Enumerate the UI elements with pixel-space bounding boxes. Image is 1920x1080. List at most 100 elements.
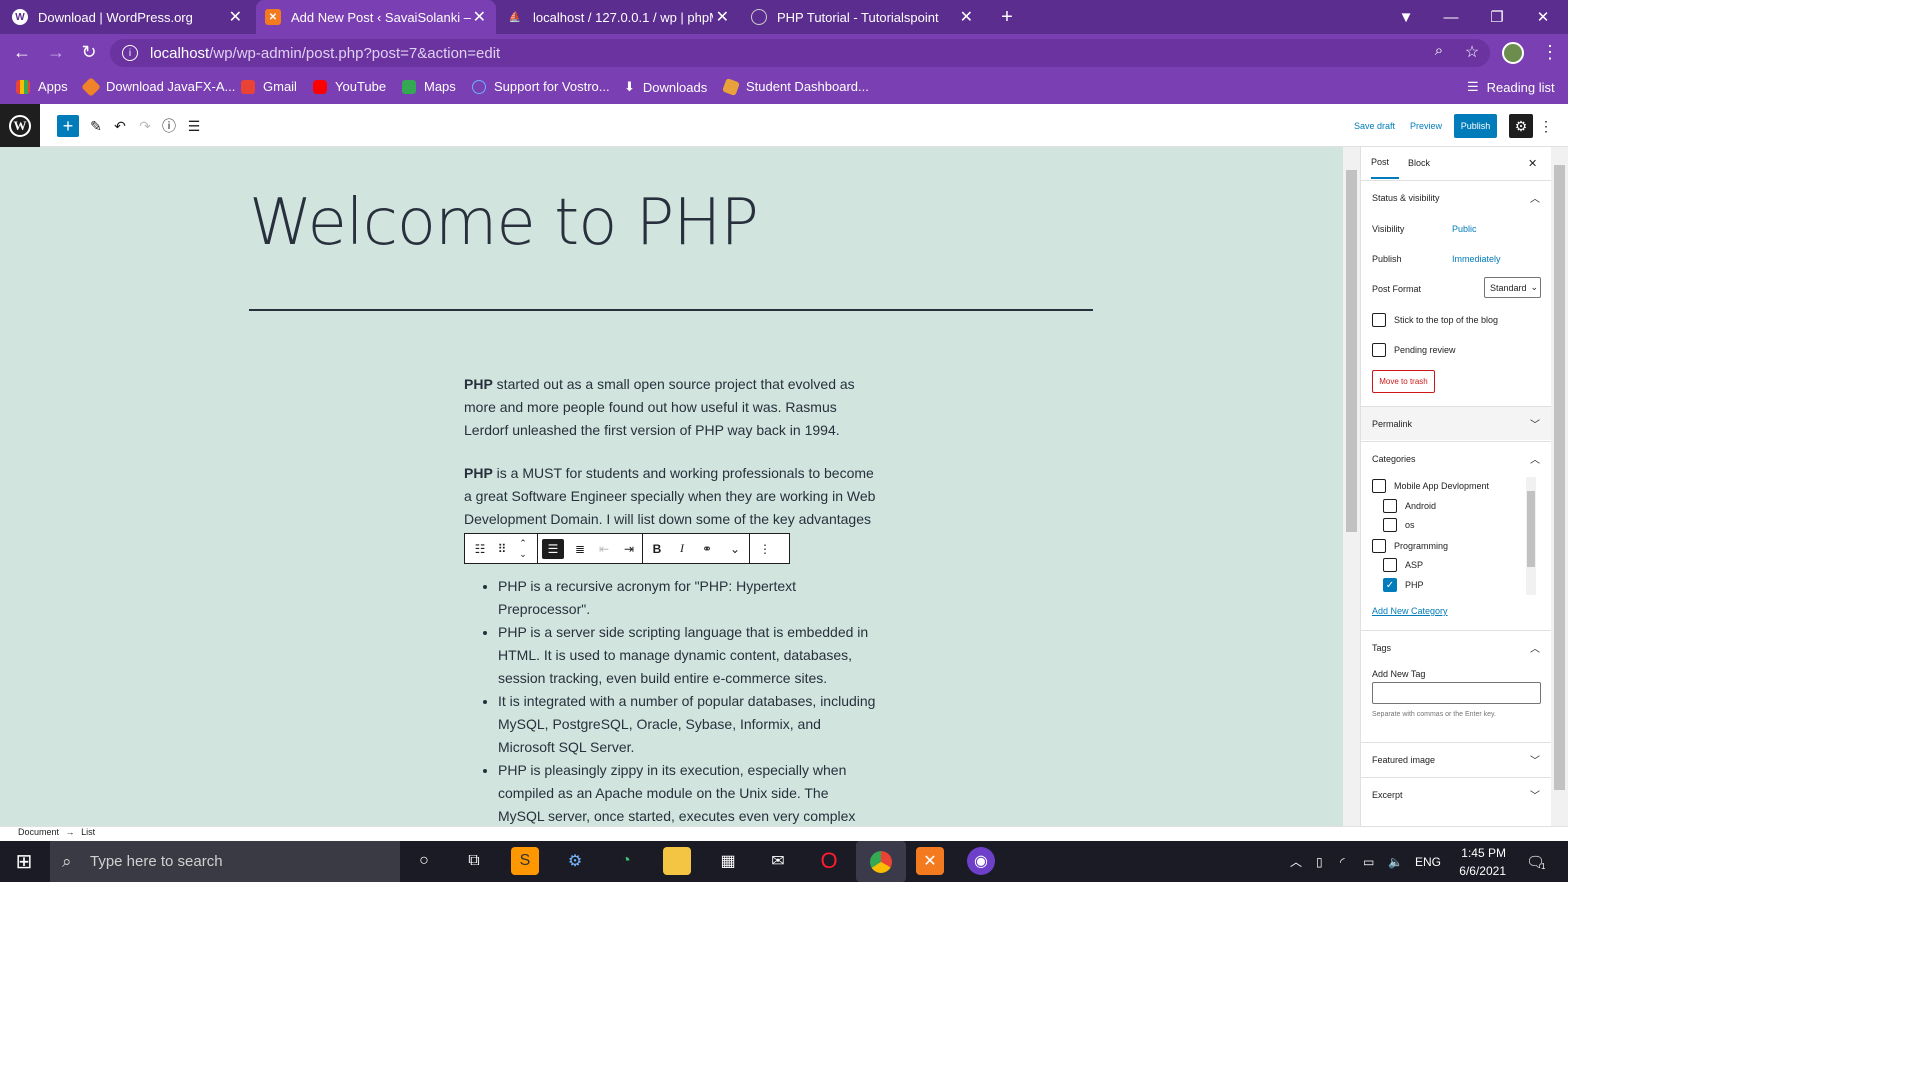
visibility-toggle[interactable]: Public bbox=[1452, 224, 1477, 234]
publish-button[interactable]: Publish bbox=[1454, 114, 1497, 138]
post-title[interactable]: Welcome to PHP bbox=[249, 186, 759, 260]
settings-gear-icon[interactable]: ⚙ bbox=[1509, 114, 1533, 138]
category-checkbox[interactable] bbox=[1383, 518, 1397, 532]
new-tab-button[interactable]: + bbox=[984, 0, 1030, 34]
github-desktop-icon[interactable]: ◉ bbox=[967, 847, 995, 875]
bookmark-youtube[interactable]: YouTube bbox=[313, 79, 386, 94]
forward-arrow-icon[interactable]: → bbox=[44, 42, 68, 63]
details-info-icon[interactable]: ⓘ bbox=[159, 116, 179, 136]
profile-avatar[interactable] bbox=[1502, 42, 1524, 64]
windows-start-icon[interactable]: ⊞ bbox=[10, 847, 38, 875]
edge-icon[interactable]: ◔ bbox=[612, 847, 640, 875]
panel-tags[interactable]: Tags ︿ bbox=[1361, 630, 1551, 664]
settings-app-icon[interactable]: ⚙ bbox=[561, 847, 589, 875]
bookmark-apps[interactable]: Apps bbox=[16, 79, 68, 94]
sublime-text-icon[interactable]: S bbox=[511, 847, 539, 875]
pending-review-checkbox[interactable] bbox=[1372, 343, 1386, 357]
category-checkbox[interactable] bbox=[1383, 499, 1397, 513]
tray-overflow-icon[interactable]: ︿ bbox=[1290, 841, 1302, 882]
close-icon[interactable]: ✕ bbox=[716, 7, 729, 27]
menu-kebab-icon[interactable]: ⋮ bbox=[1538, 42, 1562, 63]
post-format-select[interactable]: Standard ⌄ bbox=[1484, 277, 1541, 298]
language-indicator[interactable]: ENG bbox=[1415, 841, 1441, 882]
paragraph-block[interactable]: PHP is a MUST for students and working p… bbox=[464, 462, 882, 531]
save-draft-button[interactable]: Save draft bbox=[1354, 104, 1395, 147]
clock[interactable]: 1:45 PM 6/6/2021 bbox=[1450, 841, 1506, 882]
minimize-button[interactable]: — bbox=[1428, 0, 1474, 34]
microsoft-store-icon[interactable]: ▦ bbox=[714, 847, 742, 875]
bold-icon[interactable]: B bbox=[643, 534, 671, 563]
panel-excerpt[interactable]: Excerpt ﹀ bbox=[1361, 777, 1551, 811]
close-sidebar-icon[interactable]: ✕ bbox=[1528, 147, 1537, 179]
close-icon[interactable]: ✕ bbox=[960, 7, 973, 27]
zoom-icon[interactable]: ⌕ bbox=[1427, 42, 1451, 59]
redo-icon[interactable]: ↷ bbox=[135, 116, 155, 136]
list-item[interactable]: It is integrated with a number of popula… bbox=[498, 690, 878, 759]
bookmark-gmail[interactable]: Gmail bbox=[241, 79, 297, 94]
indent-icon[interactable]: ⇥ bbox=[616, 534, 642, 563]
sticky-checkbox[interactable] bbox=[1372, 313, 1386, 327]
transform-list-icon[interactable]: ☷ bbox=[465, 534, 495, 563]
battery-icon[interactable]: ▭ bbox=[1363, 841, 1374, 882]
wordpress-logo-button[interactable]: W bbox=[0, 104, 40, 147]
wifi-icon[interactable]: ◜ bbox=[1340, 841, 1345, 882]
reading-list-button[interactable]: ☰ Reading list bbox=[1467, 79, 1555, 95]
paragraph-block[interactable]: PHP started out as a small open source p… bbox=[464, 373, 882, 442]
list-view-icon[interactable]: ☰ bbox=[184, 116, 204, 136]
move-up-down-icon[interactable]: ⌃ ⌄ bbox=[509, 534, 537, 563]
category-checkbox[interactable] bbox=[1383, 558, 1397, 572]
tab-php-tutorial[interactable]: PHP Tutorial - Tutorialspoint ✕ bbox=[751, 0, 983, 34]
ordered-list-icon[interactable]: ≣ bbox=[568, 534, 592, 563]
panel-status-visibility[interactable]: Status & visibility ︿ bbox=[1361, 180, 1551, 214]
add-new-category-link[interactable]: Add New Category bbox=[1372, 606, 1448, 616]
move-to-trash-button[interactable]: Move to trash bbox=[1372, 370, 1435, 393]
options-kebab-icon[interactable]: ⋮ bbox=[1536, 116, 1556, 136]
back-arrow-icon[interactable]: ← bbox=[10, 42, 34, 63]
reload-icon[interactable]: ↻ bbox=[77, 42, 101, 63]
category-checkbox[interactable] bbox=[1372, 479, 1386, 493]
link-icon[interactable]: ⚭ bbox=[693, 534, 721, 563]
editor-scroll-thumb[interactable] bbox=[1346, 170, 1357, 532]
panel-featured-image[interactable]: Featured image ﹀ bbox=[1361, 742, 1551, 776]
tab-post[interactable]: Post bbox=[1371, 147, 1399, 179]
category-checkbox[interactable] bbox=[1372, 539, 1386, 553]
tab-block[interactable]: Block bbox=[1408, 147, 1430, 179]
bookmark-support-vostro[interactable]: Support for Vostro... bbox=[472, 79, 610, 94]
undo-icon[interactable]: ↶ bbox=[110, 116, 130, 136]
panel-categories[interactable]: Categories ︿ bbox=[1361, 441, 1551, 475]
category-checkbox-checked[interactable]: ✓ bbox=[1383, 578, 1397, 592]
mail-icon[interactable]: ✉ bbox=[764, 847, 792, 875]
categories-scroll-thumb[interactable] bbox=[1527, 491, 1535, 567]
close-icon[interactable]: ✕ bbox=[473, 7, 486, 27]
breadcrumb-list[interactable]: List bbox=[81, 827, 95, 837]
preview-button[interactable]: Preview bbox=[1410, 104, 1442, 147]
sidebar-scroll-thumb[interactable] bbox=[1554, 165, 1565, 790]
tray-device-icon[interactable]: ▯ bbox=[1316, 841, 1323, 882]
site-info-icon[interactable]: i bbox=[122, 45, 138, 61]
close-window-button[interactable]: ✕ bbox=[1520, 0, 1566, 34]
taskbar-search-input[interactable]: ⌕ Type here to search bbox=[50, 841, 400, 882]
edit-pencil-icon[interactable]: ✎ bbox=[86, 116, 106, 136]
list-block[interactable]: PHP is a recursive acronym for "PHP: Hyp… bbox=[498, 575, 878, 851]
notification-center-icon[interactable]: 🗨 1 bbox=[1526, 841, 1546, 882]
more-rich-text-icon[interactable]: ⌄ bbox=[721, 534, 749, 563]
block-options-kebab-icon[interactable]: ⋮ bbox=[750, 534, 780, 563]
task-view-icon[interactable]: ⧉ bbox=[460, 847, 488, 875]
breadcrumb-document[interactable]: Document bbox=[18, 827, 59, 837]
bookmark-downloads[interactable]: ⬇ Downloads bbox=[624, 79, 707, 95]
url-input[interactable]: i localhost/wp/wp-admin/post.php?post=7&… bbox=[110, 39, 1490, 67]
add-block-button[interactable]: + bbox=[57, 115, 79, 137]
file-explorer-icon[interactable] bbox=[663, 847, 691, 875]
opera-icon[interactable]: O bbox=[815, 847, 843, 875]
tab-phpmyadmin[interactable]: ⛵ localhost / 127.0.0.1 / wp | phpMyA ✕ bbox=[507, 0, 739, 34]
cortana-icon[interactable]: ○ bbox=[410, 847, 438, 875]
list-item[interactable]: PHP is a recursive acronym for "PHP: Hyp… bbox=[498, 575, 878, 621]
bookmark-star-icon[interactable]: ☆ bbox=[1460, 42, 1484, 62]
volume-icon[interactable]: 🔈 bbox=[1388, 841, 1403, 882]
publish-date-toggle[interactable]: Immediately bbox=[1452, 254, 1501, 264]
list-item[interactable]: PHP is a server side scripting language … bbox=[498, 621, 878, 690]
tab-add-new-post[interactable]: ✕ Add New Post ‹ SavaiSolanki — W ✕ bbox=[256, 0, 496, 34]
bookmark-maps[interactable]: Maps bbox=[402, 79, 456, 94]
categories-scrollbar[interactable] bbox=[1526, 477, 1536, 595]
tab-wordpress-org[interactable]: W Download | WordPress.org ✕ bbox=[12, 0, 252, 34]
